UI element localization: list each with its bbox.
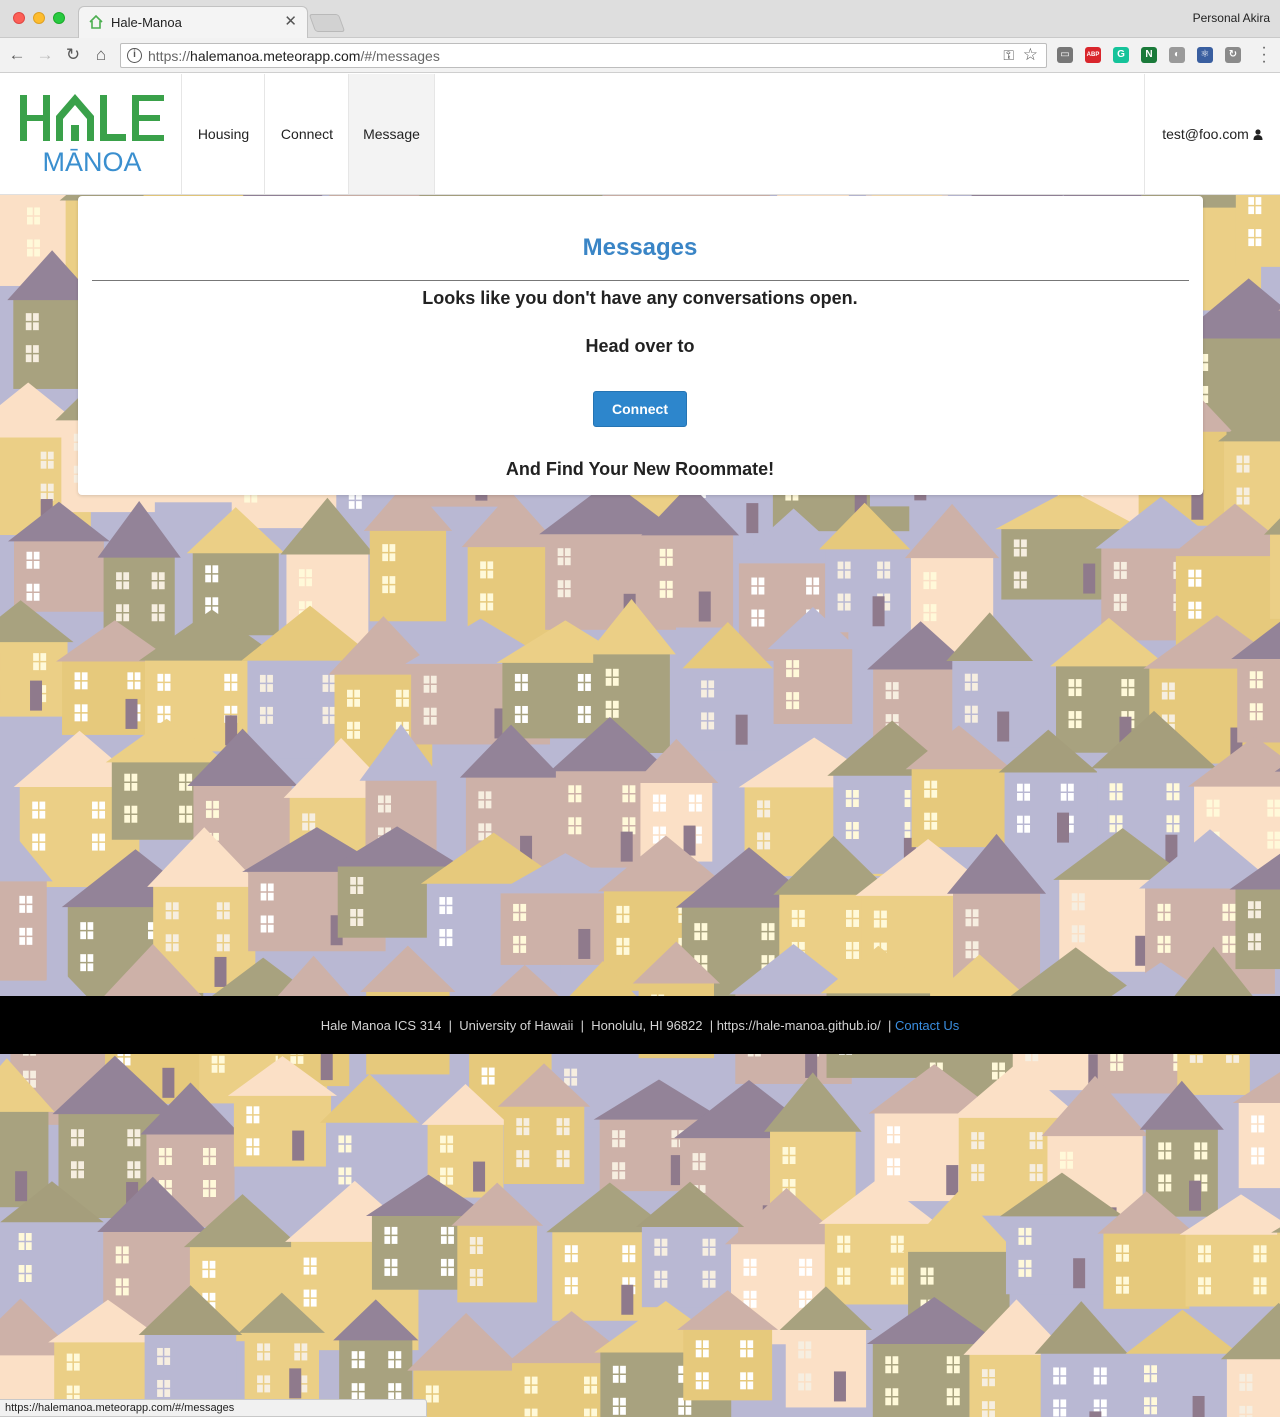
hale-manoa-logo[interactable]: MĀNOA bbox=[18, 92, 168, 182]
react-devtools-icon[interactable]: ⚛ bbox=[1197, 47, 1213, 63]
head-over-text: Head over to bbox=[585, 336, 695, 356]
user-menu[interactable]: test@foo.com bbox=[1144, 74, 1280, 194]
n-extension-icon[interactable]: N bbox=[1141, 47, 1157, 63]
profile-name[interactable]: Personal Akira bbox=[1193, 11, 1270, 25]
find-roommate-text: And Find Your New Roommate! bbox=[505, 459, 775, 479]
user-icon bbox=[1253, 128, 1263, 140]
site-info-icon[interactable]: i bbox=[127, 48, 142, 63]
browser-titlebar: Hale-Manoa ✕ Personal Akira bbox=[0, 0, 1280, 39]
back-arrow-icon[interactable]: ← bbox=[6, 44, 28, 66]
browser-tab[interactable]: Hale-Manoa ✕ bbox=[78, 6, 308, 39]
adblock-icon[interactable]: ABP bbox=[1085, 47, 1101, 63]
bookmark-star-icon[interactable]: ☆ bbox=[1023, 45, 1038, 65]
footer-info-text: Hale Manoa ICS 314 | University of Hawai… bbox=[320, 1017, 895, 1033]
title-divider bbox=[92, 280, 1189, 281]
address-bar[interactable]: i https://halemanoa.meteorapp.com/#/mess… bbox=[120, 43, 1047, 68]
palette-icon[interactable]: ◐ bbox=[1169, 47, 1185, 63]
cast-icon[interactable]: ▭ bbox=[1057, 47, 1073, 63]
connect-button[interactable]: Connect bbox=[593, 391, 687, 427]
refresh-extension-icon[interactable]: ↻ bbox=[1225, 47, 1241, 63]
nav-connect[interactable]: Connect bbox=[264, 74, 349, 194]
minimize-window-button[interactable] bbox=[33, 12, 45, 24]
svg-text:MĀNOA: MĀNOA bbox=[42, 147, 141, 177]
new-tab-button[interactable] bbox=[308, 14, 346, 32]
nav-message[interactable]: Message bbox=[348, 74, 435, 194]
messages-title: Messages bbox=[582, 234, 698, 261]
key-icon[interactable]: ⚿ bbox=[1003, 47, 1014, 64]
browser-menu-icon[interactable]: · · · bbox=[1258, 40, 1270, 70]
browser-toolbar: ← → ↻ ⌂ i https://halemanoa.meteorapp.co… bbox=[0, 38, 1280, 73]
site-footer: Hale Manoa ICS 314 | University of Hawai… bbox=[0, 996, 1280, 1054]
site-navbar: MĀNOA Housing Connect Message test@foo.c… bbox=[0, 74, 1280, 195]
user-email: test@foo.com bbox=[1162, 126, 1249, 142]
tab-close-icon[interactable]: ✕ bbox=[284, 12, 297, 30]
no-conversations-text: Looks like you don't have any conversati… bbox=[422, 288, 858, 308]
close-window-button[interactable] bbox=[13, 12, 25, 24]
zoom-window-button[interactable] bbox=[53, 12, 65, 24]
contact-us-link[interactable]: Contact Us bbox=[895, 1018, 959, 1033]
reload-icon[interactable]: ↻ bbox=[62, 44, 84, 66]
house-favicon-icon bbox=[89, 15, 103, 29]
nav-housing[interactable]: Housing bbox=[181, 74, 265, 194]
url-text[interactable]: https://halemanoa.meteorapp.com/#/messag… bbox=[148, 48, 440, 64]
forward-arrow-icon[interactable]: → bbox=[34, 44, 56, 66]
grammarly-icon[interactable]: G bbox=[1113, 47, 1129, 63]
link-status-bar: https://halemanoa.meteorapp.com/#/messag… bbox=[0, 1399, 427, 1417]
home-icon[interactable]: ⌂ bbox=[90, 44, 112, 66]
tab-title: Hale-Manoa bbox=[111, 15, 182, 30]
